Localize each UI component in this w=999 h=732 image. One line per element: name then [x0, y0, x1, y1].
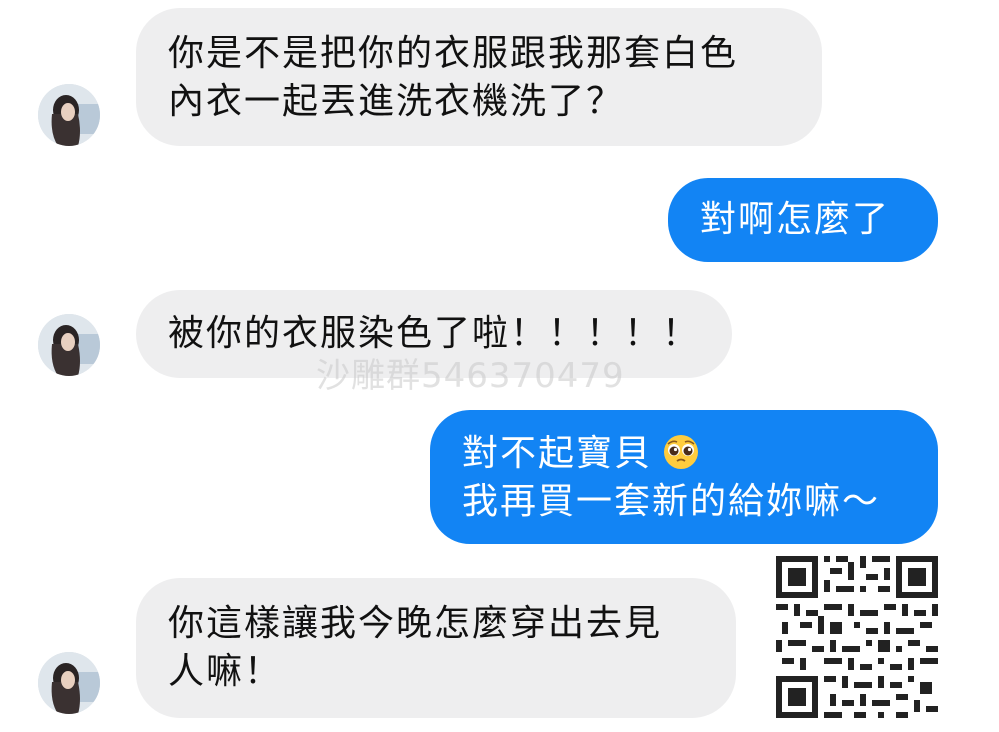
- avatar-photo-icon: [38, 314, 100, 376]
- qr-code-icon: [776, 556, 938, 718]
- contact-avatar[interactable]: [38, 84, 100, 146]
- avatar-photo-icon: [38, 84, 100, 146]
- message-line-with-emoji: 對不起寶貝: [462, 430, 938, 478]
- message-text-line: 我再買一套新的給妳嘛～: [462, 481, 881, 522]
- message-bubble-outgoing[interactable]: 對不起寶貝 我再買一套新的給妳嘛～: [430, 410, 938, 544]
- message-text-line: 你這樣讓我今晚怎麼穿出去見: [168, 603, 663, 644]
- contact-avatar[interactable]: [38, 314, 100, 376]
- message-bubble-incoming[interactable]: 你是不是把你的衣服跟我那套白色 內衣一起丟進洗衣機洗了？: [136, 8, 822, 146]
- message-text-line: 內衣一起丟進洗衣機洗了？: [168, 81, 625, 122]
- message-bubble-incoming[interactable]: 你這樣讓我今晚怎麼穿出去見 人嘛！: [136, 578, 736, 718]
- message-text-line: 對啊怎麼了: [700, 199, 891, 240]
- message-text-line: 你是不是把你的衣服跟我那套白色: [168, 33, 739, 74]
- pleading-face-emoji-icon: [662, 433, 700, 471]
- message-text-line: 人嘛！: [168, 651, 283, 692]
- chat-screen: { "messages": [ { "direction": "incoming…: [0, 0, 999, 732]
- contact-avatar[interactable]: [38, 652, 100, 714]
- message-bubble-outgoing[interactable]: 對啊怎麼了: [668, 178, 938, 262]
- message-text-line: 對不起寶貝: [462, 433, 653, 474]
- avatar-photo-icon: [38, 652, 100, 714]
- watermark-text: 沙雕群546370479: [316, 356, 625, 396]
